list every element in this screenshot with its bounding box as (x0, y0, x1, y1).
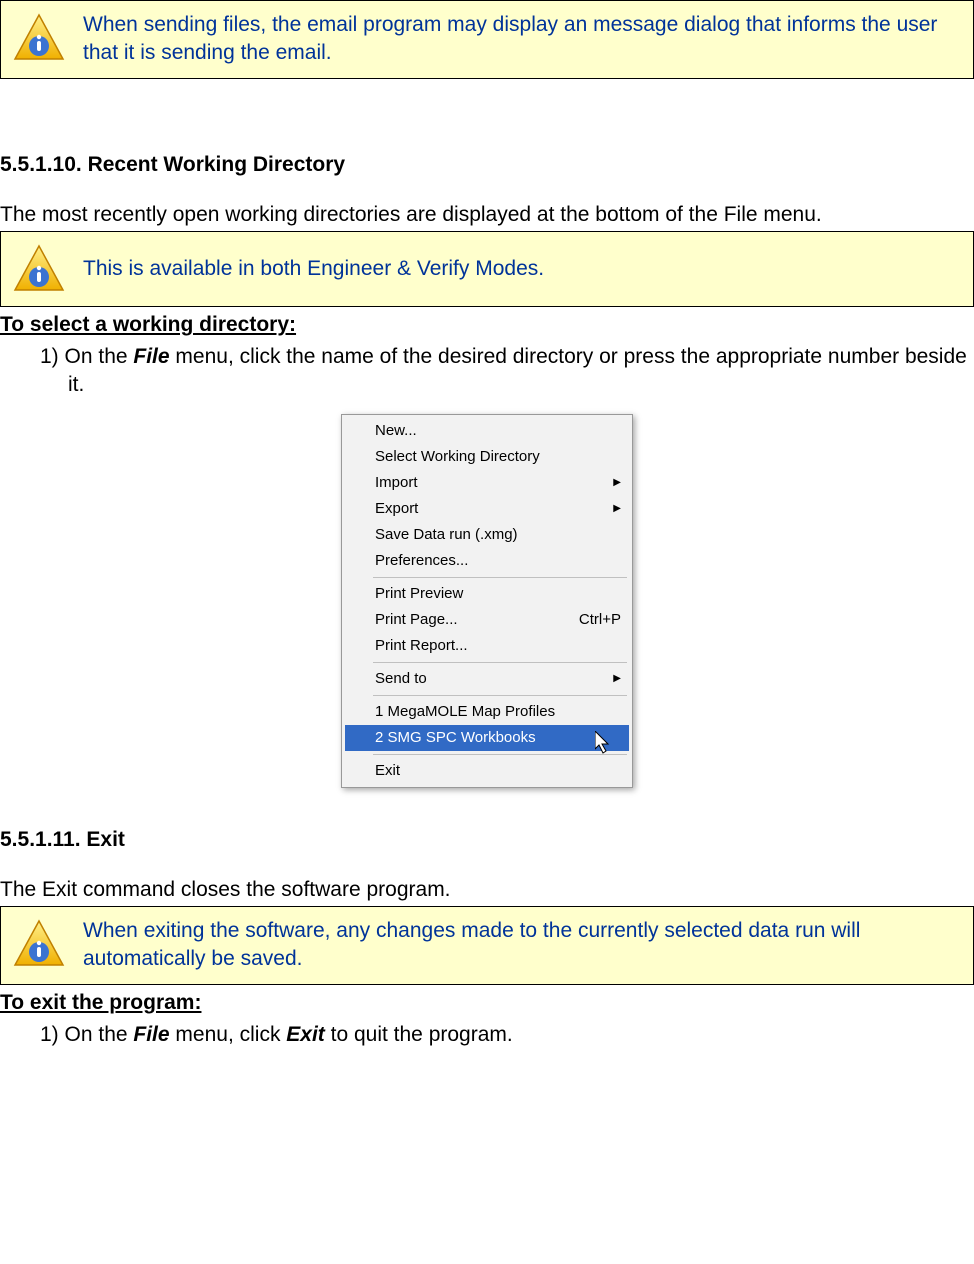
menu-separator (373, 695, 627, 696)
subhead-exit-program: To exit the program: (0, 991, 974, 1015)
info-note-sending-files: When sending files, the email program ma… (0, 0, 974, 79)
info-icon (13, 13, 65, 65)
heading-recent-working-directory: 5.5.1.10. Recent Working Directory (0, 153, 974, 177)
submenu-arrow-icon: ▶ (613, 503, 621, 514)
menu-item[interactable]: Exit (345, 758, 629, 784)
menu-separator (373, 577, 627, 578)
menu-item-label: Select Working Directory (375, 448, 540, 465)
menu-item[interactable]: Print Page... Ctrl+P (345, 607, 629, 633)
menu-item-label: Preferences... (375, 552, 468, 569)
menu-item-label: Print Page... (375, 611, 458, 628)
step-text: menu, click (170, 1023, 287, 1046)
menu-item-shortcut: Ctrl+P (579, 611, 621, 628)
menu-separator (373, 754, 627, 755)
info-note-exit-save: When exiting the software, any changes m… (0, 906, 974, 985)
menu-item-label: Print Report... (375, 637, 468, 654)
info-icon (13, 244, 65, 296)
subhead-select-directory: To select a working directory: (0, 313, 974, 337)
submenu-arrow-icon: ▶ (613, 477, 621, 488)
menu-item-label: New... (375, 422, 417, 439)
menu-item[interactable]: 1 MegaMOLE Map Profiles (345, 699, 629, 725)
step-text: 1) On the (40, 1023, 133, 1046)
menu-item-label: Send to (375, 670, 427, 687)
menu-item-label: Exit (375, 762, 400, 779)
step-select-directory: 1) On the File menu, click the name of t… (40, 343, 974, 400)
menu-item[interactable]: New... (345, 418, 629, 444)
note-text: When sending files, the email program ma… (83, 11, 961, 68)
menu-item-label: Export (375, 500, 418, 517)
menu-item-label: 2 SMG SPC Workbooks (375, 729, 536, 746)
menu-item-label: Import (375, 474, 418, 491)
menu-item[interactable]: Preferences... (345, 548, 629, 574)
step-text: 1) On the (40, 345, 133, 368)
info-note-modes: This is available in both Engineer & Ver… (0, 231, 974, 307)
step-text: to quit the program. (325, 1023, 513, 1046)
menu-item[interactable]: Select Working Directory (345, 444, 629, 470)
intro-exit: The Exit command closes the software pro… (0, 876, 974, 904)
menu-item-label: Print Preview (375, 585, 463, 602)
menu-item[interactable]: Print Report... (345, 633, 629, 659)
menu-item[interactable]: Send to ▶ (345, 666, 629, 692)
menu-item-label: 1 MegaMOLE Map Profiles (375, 703, 555, 720)
menu-item[interactable]: Import ▶ (345, 470, 629, 496)
info-icon (13, 919, 65, 971)
menu-item[interactable]: Export ▶ (345, 496, 629, 522)
menu-item-label: Save Data run (.xmg) (375, 526, 518, 543)
step-text-bold: File (133, 1023, 169, 1046)
note-text: This is available in both Engineer & Ver… (83, 255, 544, 283)
step-text-bold: File (133, 345, 169, 368)
menu-item[interactable]: Print Preview (345, 581, 629, 607)
menu-item[interactable]: Save Data run (.xmg) (345, 522, 629, 548)
intro-recent-working-directory: The most recently open working directori… (0, 201, 974, 229)
submenu-arrow-icon: ▶ (613, 673, 621, 684)
menu-item[interactable]: 2 SMG SPC Workbooks (345, 725, 629, 751)
step-text-bold: Exit (286, 1023, 325, 1046)
note-text: When exiting the software, any changes m… (83, 917, 961, 974)
menu-separator (373, 662, 627, 663)
step-exit-program: 1) On the File menu, click Exit to quit … (40, 1021, 974, 1049)
file-menu-screenshot: New...Select Working DirectoryImport▶Exp… (0, 414, 974, 788)
heading-exit: 5.5.1.11. Exit (0, 828, 974, 852)
step-text: menu, click the name of the desired dire… (68, 345, 967, 396)
